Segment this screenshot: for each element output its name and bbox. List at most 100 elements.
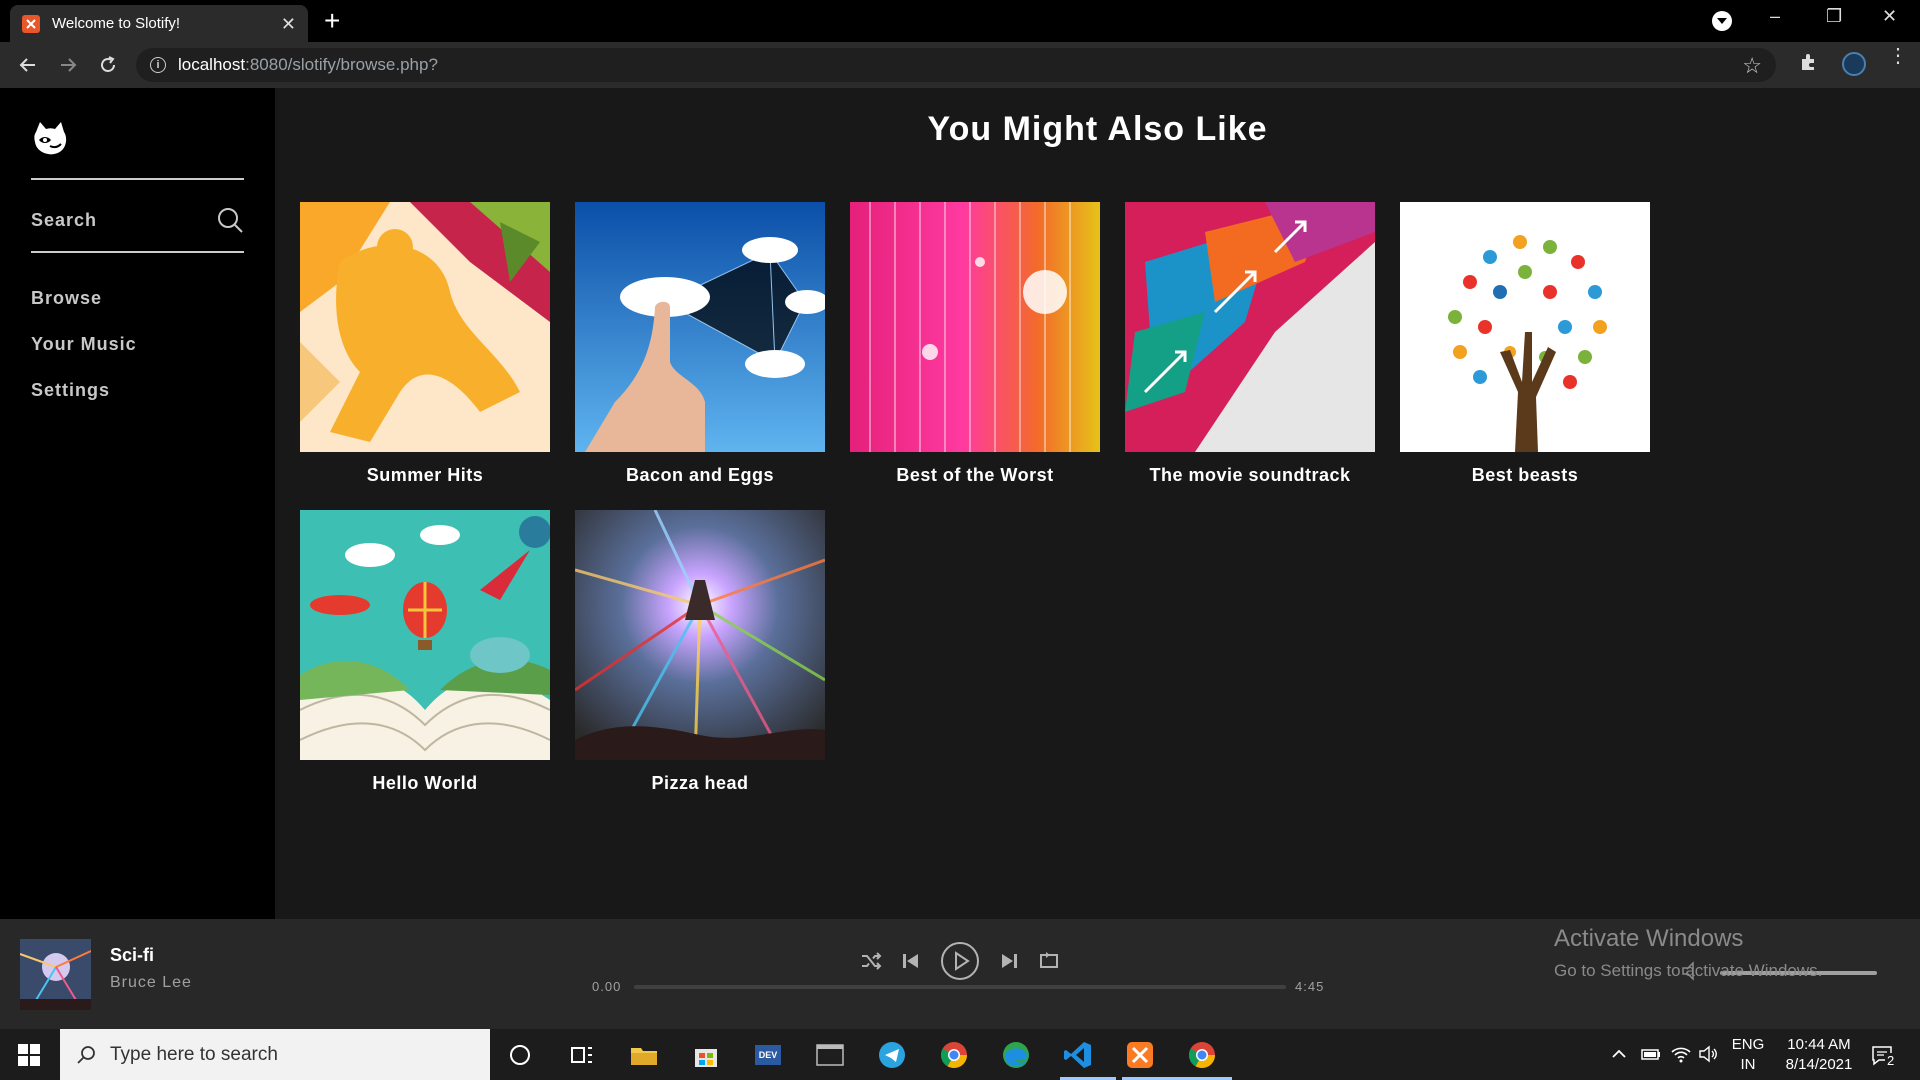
album-art[interactable] [1125,202,1375,452]
tray-chevron-up-icon[interactable] [1610,1045,1628,1063]
album-title[interactable]: Hello World [300,773,550,794]
cat-logo-icon[interactable] [30,118,70,158]
activate-windows-watermark: Activate Windows Go to Settings to activ… [1554,925,1822,981]
album-card[interactable]: Best beasts [1400,202,1650,490]
album-art[interactable] [575,202,829,452]
wifi-icon[interactable] [1670,1044,1692,1064]
album-title[interactable]: Pizza head [575,773,825,794]
tab-search-icon[interactable] [1712,11,1732,31]
next-icon[interactable] [999,951,1019,971]
sidebar-search[interactable]: Search [31,200,244,240]
album-art[interactable] [1400,202,1650,452]
album-title[interactable]: Bacon and Eggs [575,465,825,486]
album-card[interactable]: Summer Hits [300,202,550,490]
sidebar-divider [31,178,244,180]
total-time: 4:45 [1295,979,1325,994]
sidebar-item-browse[interactable]: Browse [31,275,137,321]
browser-titlebar: Welcome to Slotify! ✕ + – ❐ ✕ [0,0,1920,42]
slotify-app: Search Browse Your Music Settings You Mi… [0,88,1920,919]
xampp-icon[interactable] [1124,1039,1156,1071]
search-icon[interactable] [216,206,244,234]
album-card[interactable]: Hello World [299,510,551,798]
search-label: Search [31,209,98,230]
back-icon[interactable] [14,51,42,79]
address-bar[interactable]: i localhost:8080/slotify/browse.php? ☆ [136,48,1776,82]
notification-count-badge: 2 [1885,1053,1897,1068]
repeat-icon[interactable] [1038,950,1060,972]
clock[interactable]: 10:44 AM 8/14/2021 [1774,1035,1864,1075]
previous-icon[interactable] [901,951,921,971]
track-title[interactable]: Sci-fi [110,945,154,966]
tab-title: Welcome to Slotify! [52,15,181,32]
chrome-icon[interactable] [938,1039,970,1071]
task-view-icon[interactable] [566,1039,598,1071]
now-playing-art[interactable] [20,939,91,1010]
album-card[interactable]: Pizza head [574,509,826,798]
track-artist[interactable]: Bruce Lee [110,974,192,992]
album-art[interactable] [850,202,1100,452]
close-window-button[interactable]: ✕ [1882,6,1897,27]
telegram-icon[interactable] [876,1039,908,1071]
album-title[interactable]: Best beasts [1400,465,1650,486]
album-grid: Summer Hits Bacon and Eggs Best of the W… [299,202,1700,818]
browser-toolbar: i localhost:8080/slotify/browse.php? ☆ [0,42,1920,88]
album-title[interactable]: The movie soundtrack [1125,465,1375,486]
tab-close-icon[interactable]: ✕ [281,15,296,33]
clock-date: 8/14/2021 [1785,1056,1853,1073]
browser-tab[interactable]: Welcome to Slotify! ✕ [10,5,308,42]
progress-bar[interactable] [634,985,1286,989]
file-explorer-icon[interactable] [628,1039,660,1071]
album-title[interactable]: Best of the Worst [850,465,1100,486]
album-title[interactable]: Summer Hits [300,465,550,486]
windows-start-icon[interactable] [18,1044,40,1066]
cortana-icon[interactable] [504,1039,536,1071]
sidebar-divider [31,251,244,253]
url-path: :8080/slotify/browse.php? [245,55,438,74]
minimize-button[interactable]: – [1770,6,1780,27]
battery-icon[interactable] [1640,1045,1662,1063]
dev-cpp-icon[interactable]: DEV [752,1039,784,1071]
forward-icon[interactable] [54,51,82,79]
album-card[interactable]: The movie soundtrack [1125,202,1375,490]
lang-region: IN [1740,1056,1756,1073]
xampp-favicon-icon [22,14,40,33]
album-art[interactable] [299,510,551,760]
sidebar: Search Browse Your Music Settings [0,88,275,919]
play-icon[interactable] [940,941,980,981]
extensions-puzzle-icon[interactable] [1798,51,1820,73]
shuffle-icon[interactable] [860,950,882,972]
taskbar-search-box[interactable]: Type here to search [60,1029,490,1080]
clock-time: 10:44 AM [1787,1036,1851,1053]
bookmark-star-icon[interactable]: ☆ [1742,53,1762,79]
playback-controls [860,941,1060,981]
terminal-icon[interactable] [814,1039,846,1071]
album-art[interactable] [300,202,550,452]
profile-avatar[interactable] [1842,52,1866,76]
sidebar-nav: Browse Your Music Settings [31,275,137,413]
edge-icon[interactable] [1000,1039,1032,1071]
sidebar-item-your-music[interactable]: Your Music [31,321,137,367]
watermark-title: Activate Windows [1554,925,1744,952]
vscode-icon[interactable] [1062,1039,1094,1071]
album-art[interactable] [574,509,826,761]
speaker-icon[interactable] [1698,1044,1720,1064]
main-content: You Might Also Like Summer Hits Bacon an… [275,88,1920,919]
album-card[interactable]: Best of the Worst [850,202,1100,490]
restore-button[interactable]: ❐ [1826,6,1842,27]
microsoft-store-icon[interactable] [690,1039,722,1071]
chrome-active-icon[interactable] [1186,1039,1218,1071]
windows-taskbar: Type here to search DEV ENG IN 10:44 AM … [0,1029,1920,1080]
watermark-subtitle: Go to Settings to activate Windows. [1554,961,1823,980]
taskbar-search-icon [77,1045,95,1064]
page-title: You Might Also Like [927,110,1268,148]
language-indicator[interactable]: ENG IN [1730,1035,1766,1075]
lang-code: ENG [1731,1036,1765,1053]
browser-menu-icon[interactable]: ⋮ [1888,46,1908,66]
current-time: 0.00 [592,979,622,994]
new-tab-button[interactable]: + [324,7,340,35]
svg-text:DEV: DEV [759,1050,778,1060]
album-card[interactable]: Bacon and Eggs [575,202,829,490]
sidebar-item-settings[interactable]: Settings [31,367,137,413]
reload-icon[interactable] [94,51,122,79]
site-info-icon[interactable]: i [150,57,166,73]
